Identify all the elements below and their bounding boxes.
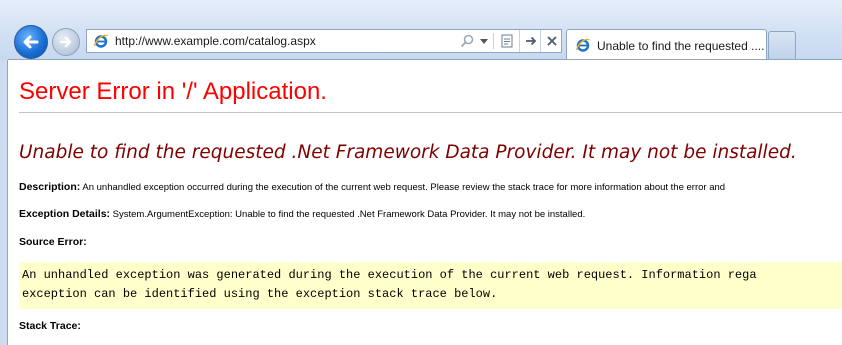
source-error-line-2: exception can be identified using the ex… xyxy=(22,287,498,301)
refresh-button[interactable] xyxy=(519,30,542,52)
page-title: Server Error in '/' Application. xyxy=(19,78,327,105)
browser-chrome: http://www.example.com/catalog.aspx Unab… xyxy=(0,0,842,60)
description-text: An unhandled exception occurred during t… xyxy=(82,182,726,193)
compatibility-view-icon[interactable] xyxy=(499,33,515,49)
stack-trace-line: Stack Trace: xyxy=(19,320,81,332)
stop-icon xyxy=(547,36,557,46)
exception-details-line: Exception Details: System.ArgumentExcept… xyxy=(19,208,585,220)
refresh-icon xyxy=(526,36,537,46)
source-error-line: Source Error: xyxy=(19,236,87,248)
stack-trace-label: Stack Trace: xyxy=(19,320,81,332)
address-bar[interactable]: http://www.example.com/catalog.aspx xyxy=(86,29,562,53)
search-icon[interactable] xyxy=(459,33,475,49)
source-error-box: An unhandled exception was generated dur… xyxy=(19,262,842,309)
source-error-label: Source Error: xyxy=(19,236,87,248)
description-line: Description: An unhandled exception occu… xyxy=(19,181,725,193)
exception-label: Exception Details: xyxy=(19,208,111,220)
back-button[interactable] xyxy=(14,25,48,59)
dropdown-icon[interactable] xyxy=(480,39,488,44)
ie-logo-icon xyxy=(93,34,108,48)
title-divider xyxy=(19,112,842,113)
browser-tab-active[interactable]: Unable to find the requested .... xyxy=(566,29,767,59)
forward-button[interactable] xyxy=(52,28,80,56)
tab-title: Unable to find the requested .... xyxy=(597,39,765,53)
source-error-line-1: An unhandled exception was generated dur… xyxy=(22,268,757,282)
error-title: Unable to find the requested .Net Framew… xyxy=(19,142,797,163)
stop-button[interactable] xyxy=(540,30,563,52)
back-arrow-icon xyxy=(23,35,39,49)
forward-arrow-icon xyxy=(59,36,72,48)
page-content: Server Error in '/' Application. Unable … xyxy=(9,60,842,345)
window-left-border xyxy=(0,60,8,345)
new-tab-icon[interactable] xyxy=(768,31,796,59)
address-divider xyxy=(493,33,494,49)
address-url[interactable]: http://www.example.com/catalog.aspx xyxy=(115,34,316,48)
ie-logo-icon xyxy=(575,38,590,52)
description-label: Description: xyxy=(19,181,81,193)
exception-text: System.ArgumentException: Unable to find… xyxy=(112,209,586,220)
